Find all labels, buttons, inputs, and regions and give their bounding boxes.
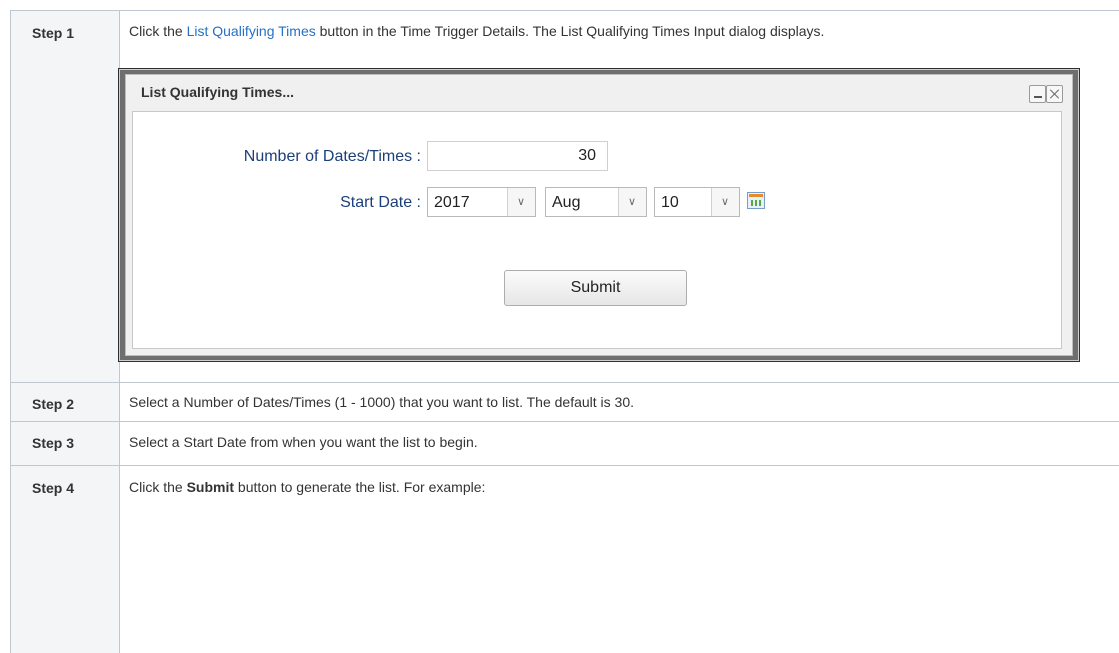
step-row: Step 2 Select a Number of Dates/Times (1… <box>10 382 1119 422</box>
number-of-dates-label: Number of Dates/Times : <box>243 148 421 165</box>
year-value: 2017 <box>434 194 470 211</box>
dialog-title: List Qualifying Times... <box>141 84 294 100</box>
step-instruction: Click the List Qualifying Times button i… <box>129 23 1119 39</box>
step-content: Click the Submit button to generate the … <box>119 465 1119 653</box>
dialog-titlebar: List Qualifying Times... <box>126 75 1072 109</box>
step-label: Step 3 <box>10 421 120 466</box>
step-content: Select a Start Date from when you want t… <box>119 421 1119 466</box>
number-of-dates-input[interactable] <box>427 141 608 171</box>
step-text-before: Click the <box>129 23 187 39</box>
step-instruction: Click the Submit button to generate the … <box>129 479 1119 495</box>
step-instruction: Select a Start Date from when you want t… <box>129 434 478 450</box>
step-instruction: Select a Number of Dates/Times (1 - 1000… <box>129 394 635 410</box>
day-select[interactable]: 10 ∨ <box>654 187 740 217</box>
step-row: Step 3 Select a Start Date from when you… <box>10 421 1119 466</box>
calendar-icon[interactable] <box>747 192 765 209</box>
minimize-icon[interactable] <box>1029 85 1046 103</box>
step-content: Select a Number of Dates/Times (1 - 1000… <box>119 382 1119 422</box>
chevron-down-icon: ∨ <box>721 196 730 208</box>
list-qualifying-times-dialog: List Qualifying Times... Number of Dates… <box>125 74 1073 356</box>
step-label: Step 4 <box>10 465 120 653</box>
step-row: Step 4 Click the Submit button to genera… <box>10 465 1119 653</box>
month-value: Aug <box>552 194 581 211</box>
dialog-body: Number of Dates/Times : Start Date : 201… <box>132 111 1062 349</box>
step-text-after: button in the Time Trigger Details. The … <box>315 23 825 39</box>
submit-button[interactable]: Submit <box>504 270 687 306</box>
chevron-down-icon: ∨ <box>628 196 637 208</box>
step-text-after: button to generate the list. For example… <box>234 479 486 495</box>
month-select[interactable]: Aug ∨ <box>545 187 647 217</box>
submit-reference: Submit <box>186 479 235 495</box>
step-label: Step 1 <box>10 10 120 383</box>
chevron-down-icon: ∨ <box>517 196 526 208</box>
month-dropdown-button[interactable]: ∨ <box>618 188 646 216</box>
start-date-label: Start Date : <box>340 194 421 211</box>
year-dropdown-button[interactable]: ∨ <box>507 188 535 216</box>
day-value: 10 <box>661 194 679 211</box>
list-qualifying-times-link[interactable]: List Qualifying Times <box>187 23 316 39</box>
close-icon[interactable] <box>1046 85 1063 103</box>
step-label: Step 2 <box>10 382 120 422</box>
year-select[interactable]: 2017 ∨ <box>427 187 536 217</box>
step-text-before: Click the <box>129 479 187 495</box>
dialog-screenshot-frame: List Qualifying Times... Number of Dates… <box>118 68 1080 362</box>
day-dropdown-button[interactable]: ∨ <box>711 188 739 216</box>
